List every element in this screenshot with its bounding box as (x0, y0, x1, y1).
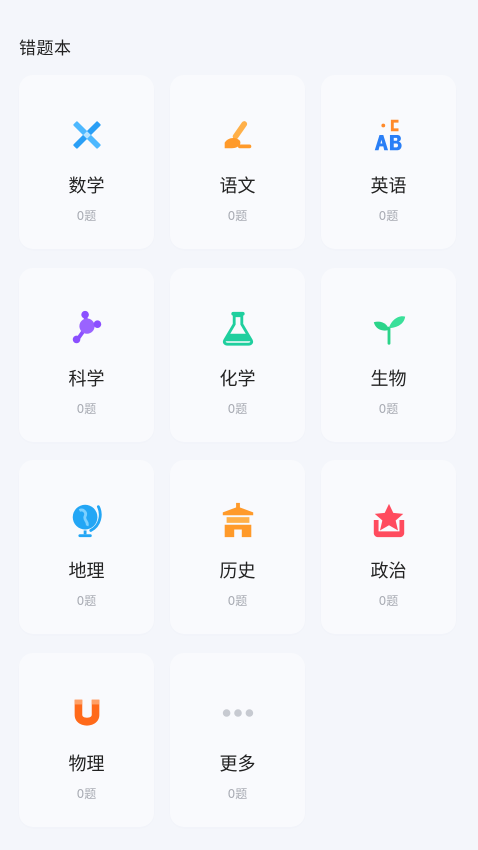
abc-letters-icon (369, 115, 409, 155)
more-dots-icon (218, 693, 258, 733)
question-count: 0题 (378, 594, 399, 608)
subject-card-chemistry[interactable]: 化学 0题 (170, 268, 305, 442)
subject-card-geography[interactable]: 地理 0题 (19, 460, 154, 634)
subject-name: 地理 (68, 561, 105, 582)
globe-icon (67, 500, 107, 540)
subject-card-english[interactable]: 英语 0题 (321, 75, 456, 249)
question-count: 0题 (76, 787, 97, 801)
subject-name: 化学 (219, 369, 256, 390)
subject-name: 物理 (68, 754, 105, 775)
subject-name: 更多 (219, 754, 256, 775)
subject-name: 生物 (370, 369, 407, 390)
subject-card-chinese[interactable]: 语文 0题 (170, 75, 305, 249)
question-count: 0题 (378, 402, 399, 416)
question-count: 0题 (76, 209, 97, 223)
temple-icon (218, 500, 258, 540)
brush-icon (218, 115, 258, 155)
question-count: 0题 (76, 594, 97, 608)
subject-card-more[interactable]: 更多 0题 (170, 653, 305, 827)
question-count: 0题 (76, 402, 97, 416)
ruler-pencil-icon (67, 115, 107, 155)
subject-card-biology[interactable]: 生物 0题 (321, 268, 456, 442)
subject-card-physics[interactable]: 物理 0题 (19, 653, 154, 827)
magnet-icon (67, 693, 107, 733)
subject-card-history[interactable]: 历史 0题 (170, 460, 305, 634)
subject-name: 政治 (370, 561, 407, 582)
sprout-icon (369, 308, 409, 348)
subject-name: 数学 (68, 176, 105, 197)
question-count: 0题 (227, 594, 248, 608)
subject-name: 科学 (68, 369, 105, 390)
star-icon (369, 500, 409, 540)
question-count: 0题 (227, 787, 248, 801)
subject-name: 历史 (219, 561, 256, 582)
question-count: 0题 (378, 209, 399, 223)
subject-name: 英语 (370, 176, 407, 197)
subject-card-science[interactable]: 科学 0题 (19, 268, 154, 442)
molecule-icon (67, 308, 107, 348)
question-count: 0题 (227, 402, 248, 416)
question-count: 0题 (227, 209, 248, 223)
subject-card-math[interactable]: 数学 0题 (19, 75, 154, 249)
page-title: 错题本 (19, 39, 72, 59)
subject-card-politics[interactable]: 政治 0题 (321, 460, 456, 634)
flask-icon (218, 308, 258, 348)
subject-name: 语文 (219, 176, 256, 197)
